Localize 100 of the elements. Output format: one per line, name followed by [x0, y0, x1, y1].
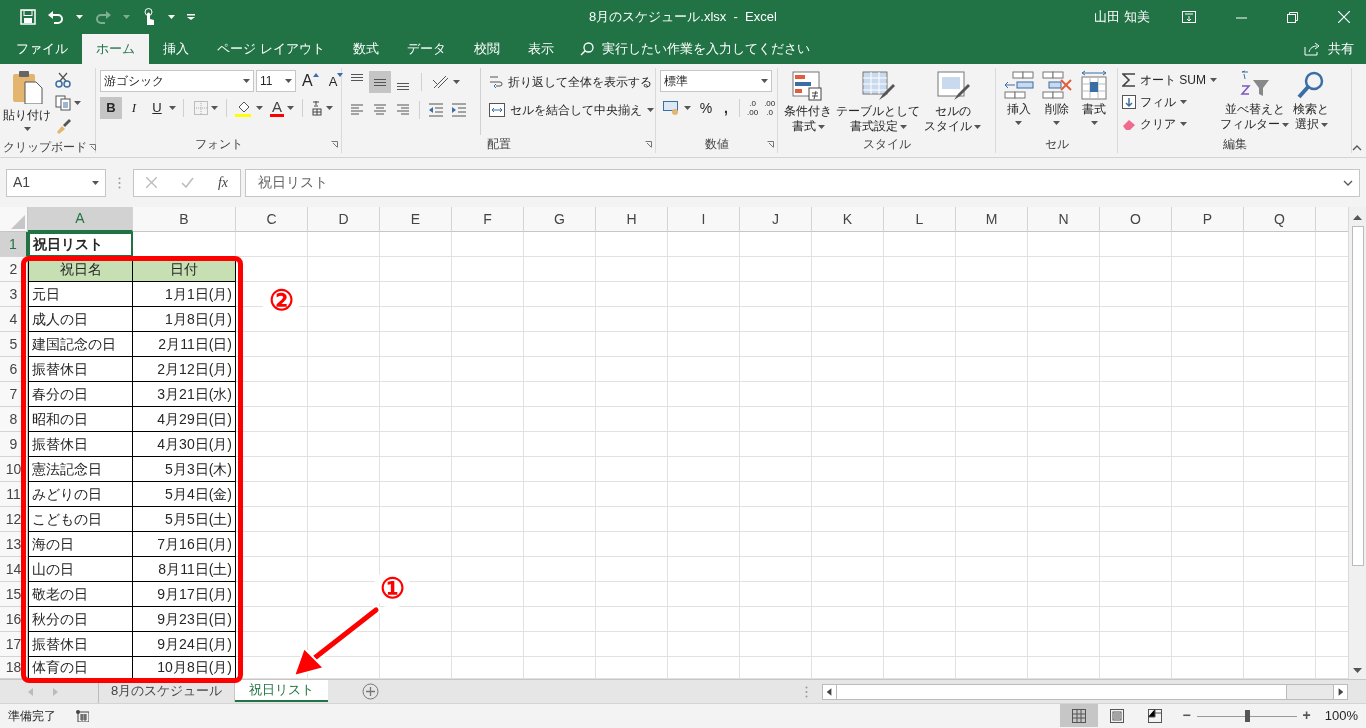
font-size-dropdown[interactable]: 11 — [256, 70, 296, 92]
dialog-launcher-icon[interactable] — [645, 140, 652, 148]
name-box[interactable]: A1 — [6, 168, 106, 197]
ribbon-button[interactable]: セルの スタイル — [922, 68, 983, 135]
macro-record-icon[interactable] — [76, 709, 89, 722]
sheet-tab[interactable]: 祝日リスト — [235, 679, 329, 702]
scrollbar-thumb[interactable] — [1351, 226, 1364, 566]
paste-button[interactable]: 貼り付け — [4, 68, 50, 138]
autosum-button[interactable]: オート SUM — [1122, 69, 1218, 91]
empty-cell — [740, 382, 812, 407]
collapse-ribbon-icon[interactable] — [1352, 145, 1362, 151]
share-icon — [1304, 42, 1320, 56]
column-header[interactable]: M — [956, 207, 1028, 232]
column-header[interactable]: N — [1028, 207, 1100, 232]
normal-view-button[interactable] — [1060, 704, 1099, 727]
column-header[interactable]: F — [452, 207, 524, 232]
clear-button[interactable]: クリア — [1122, 113, 1218, 135]
column-header[interactable]: O — [1100, 207, 1172, 232]
merge-center-button[interactable]: セルを結合して中央揃え — [487, 98, 656, 122]
ribbon-tab[interactable]: 表示 — [513, 34, 568, 64]
column-header[interactable]: P — [1172, 207, 1244, 232]
empty-cell — [956, 482, 1028, 507]
ribbon-button[interactable]: 条件付き 書式 — [782, 68, 834, 135]
grow-font-button[interactable]: A — [298, 70, 323, 92]
caret-icon — [168, 15, 175, 19]
add-sheet-icon[interactable] — [362, 683, 380, 700]
number-format-dropdown[interactable]: 標準 — [660, 70, 772, 92]
font-color-button[interactable]: A — [267, 96, 297, 120]
empty-cell — [1028, 582, 1100, 607]
scroll-down-icon[interactable] — [1353, 668, 1362, 673]
column-header[interactable]: C — [236, 207, 308, 232]
caret-icon — [256, 106, 263, 110]
share-button[interactable]: 共有 — [1304, 34, 1354, 64]
tell-me-field[interactable]: 実行したい作業を入力してください — [579, 34, 810, 64]
scroll-left-icon[interactable] — [823, 684, 837, 699]
column-header[interactable]: G — [524, 207, 596, 232]
ribbon-button[interactable]: 削除 — [1037, 68, 1076, 135]
scroll-right-icon[interactable] — [1333, 684, 1347, 699]
empty-cell — [380, 332, 452, 357]
zoom-slider[interactable] — [1196, 709, 1297, 722]
column-header[interactable]: D — [308, 207, 380, 232]
ribbon-button[interactable]: 検索と 選択 — [1291, 68, 1331, 135]
expand-formula-bar-icon[interactable] — [1343, 179, 1353, 186]
dialog-launcher-icon[interactable] — [89, 143, 96, 151]
ribbon-tab[interactable]: ページ レイアウト — [203, 34, 339, 64]
ribbon-tab[interactable]: データ — [392, 34, 460, 64]
zoom-out-button[interactable]: − — [1182, 705, 1191, 726]
scroll-up-icon[interactable] — [1353, 215, 1362, 220]
insert-function-button[interactable]: fx — [217, 172, 228, 193]
window-title: 8月のスケジュール.xlsx - Excel — [589, 9, 777, 25]
column-header[interactable]: K — [812, 207, 884, 232]
ribbon-tab[interactable]: ホーム — [82, 34, 149, 64]
column-header[interactable]: H — [596, 207, 668, 232]
row-header[interactable]: 1 — [0, 232, 28, 257]
table-cell: 春分の日 — [28, 382, 133, 407]
column-header[interactable]: J — [740, 207, 812, 232]
close-icon[interactable] — [1338, 11, 1350, 23]
ribbon-button[interactable]: 挿入 — [1000, 68, 1038, 135]
dialog-launcher-icon[interactable] — [767, 140, 774, 148]
comma-button[interactable]: , — [718, 97, 734, 119]
scrollbar-thumb[interactable] — [837, 684, 1287, 699]
undo-icon[interactable] — [48, 10, 64, 24]
ribbon-tab[interactable]: 校閲 — [459, 34, 514, 64]
empty-cell — [1028, 332, 1100, 357]
save-icon[interactable] — [20, 9, 36, 25]
fill-button[interactable]: フィル — [1122, 91, 1218, 113]
column-header[interactable]: B — [133, 207, 236, 232]
column-header[interactable]: L — [884, 207, 956, 232]
slider-thumb[interactable] — [1244, 709, 1250, 722]
percent-button[interactable]: % — [696, 97, 716, 119]
ribbon-button[interactable]: 書式 — [1075, 68, 1113, 135]
zoom-in-button[interactable]: + — [1302, 705, 1311, 726]
decrease-decimal-button[interactable]: .00 .0 — [762, 96, 778, 120]
column-header[interactable]: I — [668, 207, 740, 232]
empty-cell — [596, 482, 668, 507]
touch-mode-icon[interactable] — [142, 8, 156, 26]
ribbon-tab[interactable]: ファイル — [2, 34, 82, 64]
shrink-font-button[interactable]: A — [324, 70, 348, 92]
column-header[interactable]: E — [380, 207, 452, 232]
vertical-align-button[interactable] — [369, 71, 391, 93]
font-style-button[interactable]: U — [146, 97, 168, 119]
font-style-button[interactable]: B — [100, 97, 122, 119]
zoom-level[interactable]: 100% — [1324, 705, 1358, 726]
ribbon-button[interactable]: 並べ替えと フィルター — [1218, 68, 1291, 135]
customize-toolbar-icon[interactable] — [187, 14, 195, 20]
wrap-text-button[interactable]: 折り返して全体を表示する — [487, 70, 656, 94]
formula-input[interactable]: 祝日リスト — [245, 168, 1360, 197]
column-header[interactable]: A — [28, 207, 133, 232]
increase-decimal-button[interactable]: .0 .00 — [745, 96, 761, 120]
ribbon-button[interactable]: テーブルとして 書式設定 — [834, 68, 922, 135]
restore-icon[interactable] — [1287, 11, 1298, 23]
ribbon-tab[interactable]: 数式 — [338, 34, 393, 64]
ribbon-tab[interactable]: 挿入 — [149, 34, 203, 64]
font-name-dropdown[interactable]: 游ゴシック — [100, 70, 254, 92]
empty-cell — [884, 632, 956, 657]
font-style-button[interactable]: I — [123, 97, 145, 119]
ribbon-display-options-icon[interactable] — [1182, 11, 1196, 23]
column-header[interactable]: Q — [1244, 207, 1316, 232]
dialog-launcher-icon[interactable] — [331, 140, 338, 148]
caret-icon — [761, 79, 768, 83]
